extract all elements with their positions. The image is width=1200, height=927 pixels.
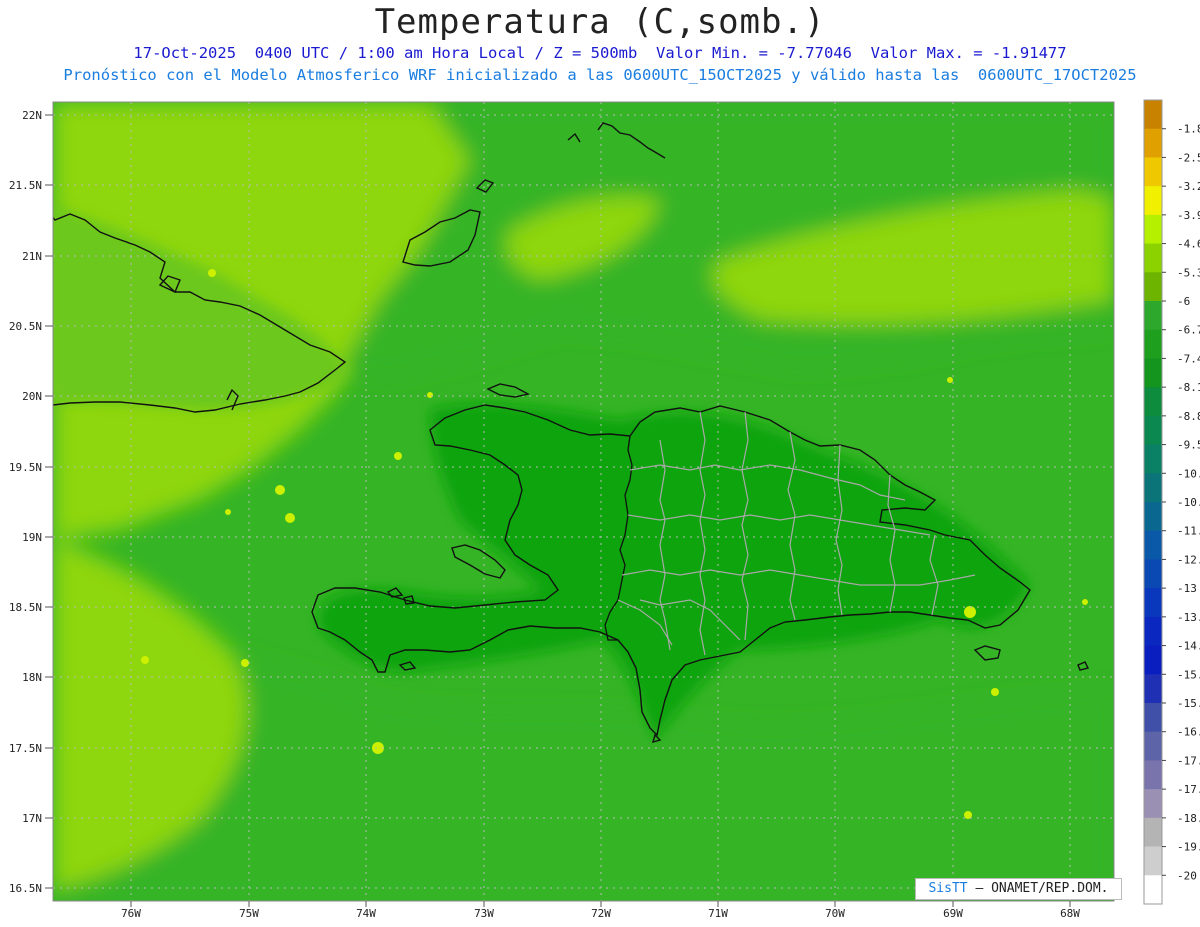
warm-spot [964,606,976,618]
colorbar-label: -10.9 [1177,496,1200,509]
latitude-tick-label: 16.5N [9,882,42,895]
colorbar-label: -20 [1177,869,1197,882]
colorbar-swatch [1144,502,1162,532]
colorbar-swatch [1144,703,1162,733]
colorbar-swatch [1144,128,1162,158]
colorbar-label: -9.5 [1177,439,1200,452]
colorbar-swatch [1144,674,1162,704]
latitude-tick-label: 19.5N [9,461,42,474]
colorbar-label: -7.4 [1177,352,1200,365]
colorbar: -1.8 -2.5 -3.2 -3.9 -4.6 -5.3 -6 -6.7 -7.4 -8.1 -8… [1143,99,1200,905]
colorbar-swatch [1144,243,1162,273]
colorbar-swatch [1144,616,1162,647]
colorbar-label: -13 [1177,582,1197,595]
warm-spot [275,485,285,495]
colorbar-swatch [1144,358,1162,388]
latitude-tick-label: 18N [22,671,42,684]
field-layer [53,102,1114,901]
colorbar-swatch [1144,329,1162,359]
colorbar-label: -5.3 [1177,266,1200,279]
colorbar-label: -6.7 [1177,324,1200,337]
latitude-tick-label: 19N [22,531,42,544]
longitude-tick-label: 76W [121,907,141,920]
longitude-tick-label: 75W [239,907,259,920]
warm-spot [991,688,999,696]
credit-box: SisTT – ONAMET/REP.DOM. [915,878,1122,900]
colorbar-label: -8.1 [1177,381,1200,394]
warm-spot [241,659,249,667]
warm-spot [427,392,433,398]
longitude-tick-label: 68W [1060,907,1080,920]
warm-spot [1082,599,1088,605]
warm-spot [947,377,953,383]
latitude-tick-label: 20.5N [9,320,42,333]
colorbar-label: -15.8 [1177,697,1200,710]
colorbar-swatch [1144,272,1162,302]
colorbar-label: -18.6 [1177,812,1200,825]
colorbar-label: -14.4 [1177,640,1200,653]
colorbar-label: -3.9 [1177,209,1200,222]
warm-spot [285,513,295,523]
colorbar-swatch [1144,731,1162,761]
longitude-tick-label: 69W [943,907,963,920]
sistt-logo: SisTT [928,881,968,896]
colorbar-label: -17.9 [1177,783,1200,796]
credit-text: – ONAMET/REP.DOM. [975,881,1109,896]
colorbar-label: -8.8 [1177,410,1200,423]
colorbar-label: -12.3 [1177,553,1200,566]
colorbar-swatch [1144,846,1162,876]
latitude-tick-label: 21.5N [9,179,42,192]
colorbar-swatch [1144,387,1162,417]
colorbar-label: -2.5 [1177,151,1200,164]
colorbar-swatch [1144,875,1162,905]
colorbar-swatch [1144,473,1162,503]
colorbar-swatch [1144,645,1162,675]
latitude-tick-label: 17N [22,812,42,825]
colorbar-label: -15.1 [1177,668,1200,681]
colorbar-label: -1.8 [1177,123,1200,136]
colorbar-swatch [1144,157,1162,187]
colorbar-swatch [1144,559,1162,589]
latitude-tick-label: 17.5N [9,742,42,755]
longitude-axis: 76W 75W 74W 73W 72W 71W 70W 69W 68W [121,901,1080,920]
colorbar-swatch [1144,214,1162,245]
longitude-tick-label: 71W [708,907,728,920]
latitude-axis: 22N 21.5N 21N 20.5N 20N 19.5N 19N 18.5N 18N 17.5N… [9,109,53,895]
colorbar-label: -16.5 [1177,726,1200,739]
colorbar-label: -17.2 [1177,754,1200,767]
colorbar-swatch [1144,100,1162,130]
colorbar-swatch [1144,415,1162,446]
colorbar-swatch [1144,186,1162,216]
warm-spot [394,452,402,460]
colorbar-swatch [1144,760,1162,790]
colorbar-swatch [1144,789,1162,819]
colorbar-label: -19.3 [1177,841,1200,854]
colorbar-label: -13.7 [1177,611,1200,624]
colorbar-label: -6 [1177,295,1190,308]
latitude-tick-label: 18.5N [9,601,42,614]
longitude-tick-label: 73W [474,907,494,920]
colorbar-swatch [1144,588,1162,618]
colorbar-label: -3.2 [1177,180,1200,193]
colorbar-swatch [1144,301,1162,331]
colorbar-swatch [1144,817,1162,848]
colorbar-swatch [1144,444,1162,474]
colorbar-label: -10.2 [1177,467,1200,480]
colorbar-label: -4.6 [1177,238,1200,251]
latitude-tick-label: 22N [22,109,42,122]
temperature-map: 22N 21.5N 21N 20.5N 20N 19.5N 19N 18.5N 18N 17.5N… [9,99,1200,920]
longitude-tick-label: 74W [356,907,376,920]
warm-spot [208,269,216,277]
colorbar-label: -11.6 [1177,525,1200,538]
warm-spot [225,509,231,515]
colorbar-swatch [1144,530,1162,560]
latitude-tick-label: 21N [22,250,42,263]
latitude-tick-label: 20N [22,390,42,403]
longitude-tick-label: 72W [591,907,611,920]
warm-spot [141,656,149,664]
longitude-tick-label: 70W [825,907,845,920]
